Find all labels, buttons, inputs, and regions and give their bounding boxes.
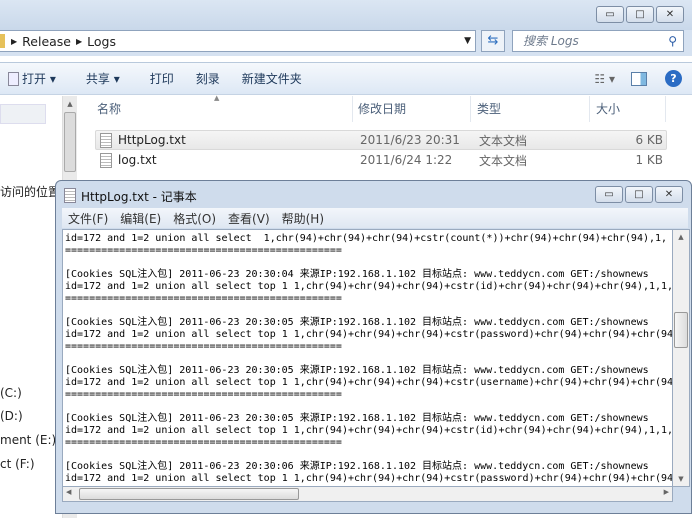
open-button[interactable]: 打开 ▾ [22, 70, 56, 87]
text-line: ========================================… [65, 341, 342, 352]
column-header-type[interactable]: 类型 [477, 96, 590, 122]
text-line: id=172 and 1=2 union all select top 1 1,… [65, 425, 673, 436]
text-line: ========================================… [65, 437, 342, 448]
menu-format[interactable]: 格式(O) [173, 210, 216, 227]
text-line [65, 401, 672, 413]
file-size: 1 KB [635, 153, 663, 167]
text-line: [Cookies SQL注入包] 2011-06-23 20:30:05 来源I… [65, 413, 649, 424]
text-line: id=172 and 1=2 union all select top 1 1,… [65, 377, 673, 388]
text-line: [Cookies SQL注入包] 2011-06-23 20:30:05 来源I… [65, 317, 649, 328]
maximize-button[interactable]: □ [625, 186, 653, 203]
text-line [65, 449, 672, 461]
breadcrumb-release[interactable]: Release [22, 34, 71, 49]
file-row[interactable]: log.txt 2011/6/24 1:22 文本文档 1 KB [95, 150, 667, 170]
notepad-title: HttpLog.txt - 记事本 [81, 190, 197, 204]
text-line: id=172 and 1=2 union all select top 1 1,… [65, 473, 673, 484]
minimize-button[interactable]: ▭ [596, 6, 624, 23]
text-line: id=172 and 1=2 union all select top 1 1,… [65, 329, 673, 340]
file-modified: 2011/6/24 1:22 [360, 153, 453, 167]
nav-drive-f[interactable]: ct (F:) [0, 457, 35, 471]
notepad-text-area[interactable]: id=172 and 1=2 union all select 1,chr(94… [62, 229, 673, 487]
close-button[interactable]: ✕ [655, 186, 683, 203]
explorer-title-bar: ▭ □ ✕ [0, 0, 692, 30]
breadcrumb-logs[interactable]: Logs [87, 34, 116, 49]
text-line: id=172 and 1=2 union all select 1,chr(94… [65, 233, 668, 244]
column-header-size[interactable]: 大小 [596, 96, 666, 122]
search-input[interactable]: 搜索 Logs ⚲ [512, 30, 684, 52]
file-name: log.txt [118, 153, 157, 167]
search-placeholder: 搜索 Logs [523, 34, 579, 48]
nav-recent-places[interactable]: 访问的位置 [0, 183, 60, 200]
menu-file[interactable]: 文件(F) [68, 210, 108, 227]
minimize-button[interactable]: ▭ [595, 186, 623, 203]
text-file-icon [100, 132, 112, 148]
column-header-name[interactable]: 名称 [95, 96, 353, 122]
notepad-icon [64, 188, 76, 203]
chevron-right-icon: ▶ [11, 36, 18, 46]
notepad-window-controls: ▭ □ ✕ [595, 186, 683, 203]
maximize-button[interactable]: □ [626, 6, 654, 23]
menu-edit[interactable]: 编辑(E) [120, 210, 161, 227]
nav-drive-c[interactable]: (C:) [0, 386, 22, 400]
folder-icon [0, 34, 5, 48]
text-line [65, 353, 672, 365]
share-label: 共享 [85, 72, 110, 86]
text-line [65, 257, 672, 269]
file-size: 6 KB [635, 133, 663, 147]
address-bar[interactable]: ▶ Release ▶ Logs ▼ [0, 30, 476, 52]
file-name: HttpLog.txt [118, 133, 186, 147]
navigation-pane: 访问的位置 (C:) (D:) ment (E:) ct (F:) [0, 96, 62, 518]
text-line: [Cookies SQL注入包] 2011-06-23 20:30:05 来源I… [65, 365, 649, 376]
text-line: [Cookies SQL注入包] 2011-06-23 20:30:04 来源I… [65, 269, 649, 280]
close-button[interactable]: ✕ [656, 6, 684, 23]
notepad-icon [8, 71, 19, 86]
chevron-right-icon: ▶ [76, 36, 83, 46]
text-line [65, 305, 672, 317]
file-type: 文本文档 [479, 133, 528, 148]
sort-arrow-icon: ▲ [214, 94, 220, 102]
text-line: id=172 and 1=2 union all select top 1 1,… [65, 281, 673, 292]
file-modified: 2011/6/23 20:31 [360, 133, 460, 147]
text-file-icon [100, 152, 112, 168]
explorer-toolbar: 打开 ▾ 共享 ▾ 打印 刻录 新建文件夹 ☷ ▾ ? [0, 62, 692, 95]
file-type: 文本文档 [479, 153, 528, 168]
notepad-window: HttpLog.txt - 记事本 ▭ □ ✕ 文件(F) 编辑(E) 格式(O… [55, 180, 692, 514]
text-line: ========================================… [65, 245, 342, 256]
new-folder-button[interactable]: 新建文件夹 [242, 70, 302, 87]
text-line: [Cookies SQL注入包] 2011-06-23 20:30:06 来源I… [65, 461, 649, 472]
print-button[interactable]: 打印 [150, 70, 174, 87]
history-dropdown-icon[interactable]: ▼ [464, 36, 471, 46]
vertical-scroll-thumb[interactable] [674, 312, 688, 348]
column-header-modified[interactable]: 修改日期 [358, 96, 471, 122]
text-line: ========================================… [65, 389, 342, 400]
view-options-icon[interactable]: ☷ ▾ [594, 72, 615, 86]
horizontal-scroll-thumb[interactable] [79, 488, 299, 500]
text-line: ========================================… [65, 293, 342, 304]
burn-button[interactable]: 刻录 [196, 70, 220, 87]
menu-help[interactable]: 帮助(H) [282, 210, 324, 227]
search-icon[interactable]: ⚲ [668, 31, 677, 51]
preview-pane-icon[interactable] [631, 71, 647, 86]
nav-selected-item[interactable] [0, 104, 46, 124]
notepad-menu-bar: 文件(F) 编辑(E) 格式(O) 查看(V) 帮助(H) [62, 208, 688, 228]
menu-view[interactable]: 查看(V) [228, 210, 270, 227]
nav-drive-e[interactable]: ment (E:) [0, 433, 56, 447]
refresh-button[interactable]: ⇆ [481, 30, 505, 52]
open-label: 打开 [22, 72, 47, 86]
explorer-window-controls: ▭ □ ✕ [596, 6, 684, 23]
help-icon[interactable]: ? [665, 70, 682, 87]
share-button[interactable]: 共享 ▾ [86, 70, 120, 87]
horizontal-scrollbar[interactable]: ◀ ▶ [62, 487, 673, 502]
nav-drive-d[interactable]: (D:) [0, 409, 23, 423]
file-row[interactable]: HttpLog.txt 2011/6/23 20:31 文本文档 6 KB [95, 130, 667, 150]
vertical-scrollbar[interactable]: ▲ ▼ [673, 229, 690, 487]
